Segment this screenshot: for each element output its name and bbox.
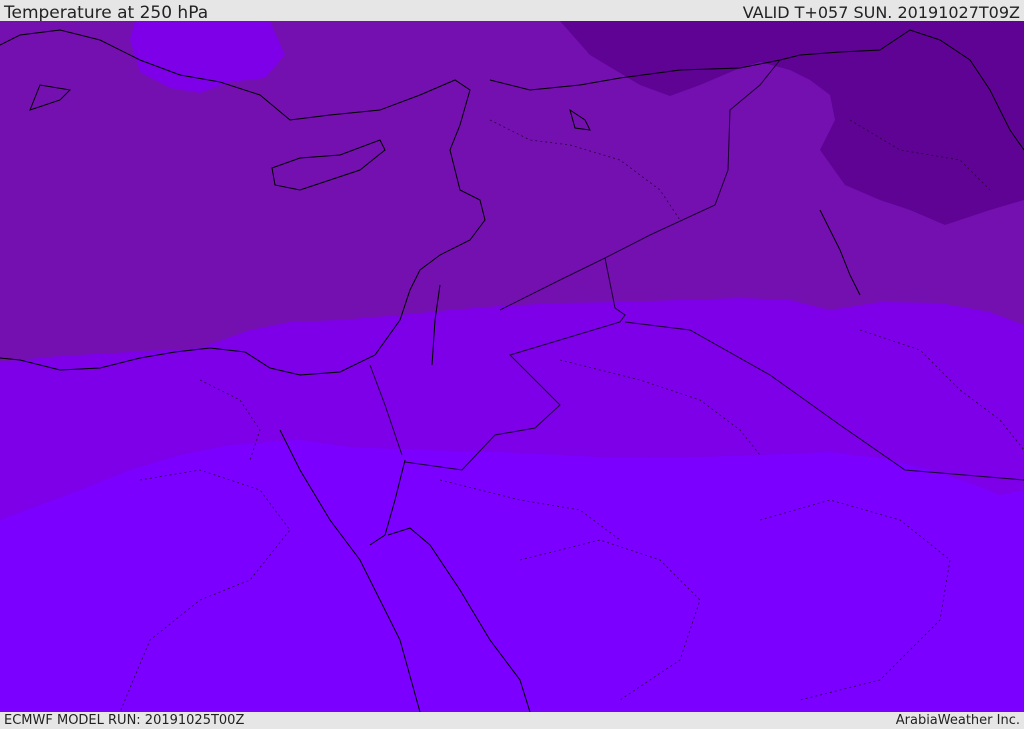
map-title: Temperature at 250 hPa bbox=[4, 3, 209, 23]
model-run: ECMWF MODEL RUN: 20191025T00Z bbox=[4, 713, 245, 728]
footer-bar: ECMWF MODEL RUN: 20191025T00Z ArabiaWeat… bbox=[0, 712, 1024, 729]
header-bar: Temperature at 250 hPa VALID T+057 SUN. … bbox=[0, 0, 1024, 23]
credit-label: ArabiaWeather Inc. bbox=[895, 713, 1020, 728]
valid-time: VALID T+057 SUN. 20191027T09Z bbox=[742, 3, 1020, 22]
temperature-map bbox=[0, 21, 1024, 712]
